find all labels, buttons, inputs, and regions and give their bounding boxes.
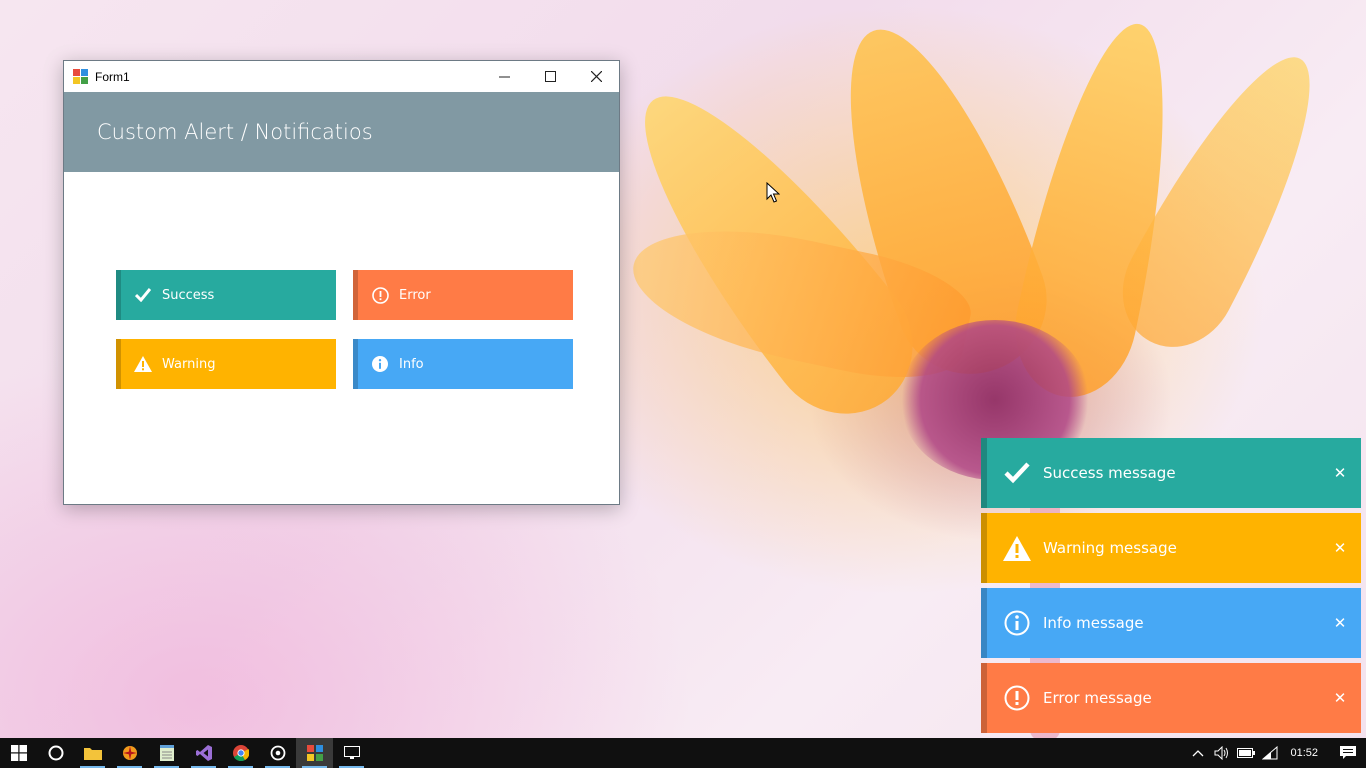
error-button-label: Error: [399, 287, 431, 303]
header-title: Custom Alert / Notificatios: [97, 120, 373, 144]
check-icon: [1003, 459, 1031, 487]
warning-button-label: Warning: [162, 356, 216, 372]
desktop-icon[interactable]: [333, 738, 370, 768]
minimize-button[interactable]: [481, 61, 527, 92]
toast-warning[interactable]: Warning message ✕: [981, 513, 1361, 583]
check-icon: [134, 286, 152, 304]
info-circle-icon: [1003, 609, 1031, 637]
visual-studio-icon[interactable]: [185, 738, 222, 768]
form1-window: Form1 Custom Alert / Notificatios Succes…: [63, 60, 620, 505]
windows-start-icon[interactable]: [0, 738, 37, 768]
chrome-icon[interactable]: [222, 738, 259, 768]
form1-app-icon[interactable]: [296, 738, 333, 768]
taskbar: 01:52: [0, 738, 1366, 768]
warning-triangle-icon: [134, 355, 152, 373]
maximize-icon: [544, 71, 556, 82]
window-title: Form1: [95, 69, 130, 84]
media-icon[interactable]: [259, 738, 296, 768]
app-icon: [73, 68, 89, 85]
battery-icon[interactable]: [1234, 748, 1258, 758]
info-button-label: Info: [399, 356, 424, 372]
window-titlebar[interactable]: Form1: [64, 61, 619, 92]
volume-icon[interactable]: [1210, 746, 1234, 760]
info-button[interactable]: Info: [353, 339, 573, 389]
system-tray: 01:52: [1186, 738, 1366, 768]
chevron-up-icon[interactable]: [1186, 749, 1210, 757]
app-orange-icon[interactable]: [111, 738, 148, 768]
toast-success[interactable]: Success message ✕: [981, 438, 1361, 508]
toast-message: Success message: [1043, 464, 1176, 482]
success-button[interactable]: Success: [116, 270, 336, 320]
wifi-icon[interactable]: [1258, 746, 1282, 760]
toast-info[interactable]: Info message ✕: [981, 588, 1361, 658]
toast-message: Warning message: [1043, 539, 1177, 557]
toast-message: Info message: [1043, 614, 1144, 632]
warning-triangle-icon: [1003, 534, 1031, 562]
exclamation-circle-icon: [371, 286, 389, 304]
file-explorer-icon[interactable]: [74, 738, 111, 768]
exclamation-circle-icon: [1003, 684, 1031, 712]
warning-button[interactable]: Warning: [116, 339, 336, 389]
info-circle-icon: [371, 355, 389, 373]
notepad-icon[interactable]: [148, 738, 185, 768]
toast-error[interactable]: Error message ✕: [981, 663, 1361, 733]
clock[interactable]: 01:52: [1282, 747, 1330, 759]
close-button[interactable]: [573, 61, 619, 92]
close-icon: [590, 71, 602, 82]
minimize-icon: [498, 76, 510, 78]
toast-close-button[interactable]: ✕: [1319, 464, 1361, 482]
toast-close-button[interactable]: ✕: [1319, 689, 1361, 707]
error-button[interactable]: Error: [353, 270, 573, 320]
success-button-label: Success: [162, 287, 215, 303]
maximize-button[interactable]: [527, 61, 573, 92]
mouse-cursor-icon: [766, 182, 780, 203]
toast-message: Error message: [1043, 689, 1152, 707]
cortana-icon[interactable]: [37, 738, 74, 768]
toast-close-button[interactable]: ✕: [1319, 614, 1361, 632]
action-center-icon[interactable]: [1330, 746, 1366, 760]
form-header: Custom Alert / Notificatios: [64, 92, 619, 172]
toast-close-button[interactable]: ✕: [1319, 539, 1361, 557]
